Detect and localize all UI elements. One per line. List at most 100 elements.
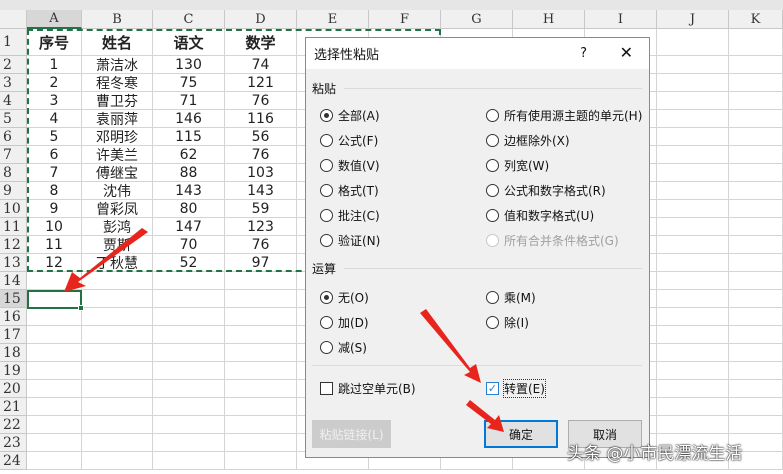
row-header-11[interactable]: 11 bbox=[0, 218, 27, 236]
table-cell[interactable]: 147 bbox=[153, 218, 225, 236]
column-header-D[interactable]: D bbox=[225, 10, 297, 29]
table-cell[interactable]: 80 bbox=[153, 200, 225, 218]
table-cell[interactable]: 许美兰 bbox=[82, 146, 153, 164]
cell[interactable] bbox=[225, 362, 297, 380]
help-button[interactable]: ? bbox=[580, 46, 587, 61]
cell[interactable] bbox=[82, 416, 153, 434]
cell[interactable] bbox=[729, 380, 783, 398]
cell[interactable] bbox=[657, 218, 729, 236]
cell[interactable] bbox=[657, 74, 729, 92]
table-cell[interactable]: 11 bbox=[27, 236, 82, 254]
row-header-16[interactable]: 16 bbox=[0, 308, 27, 326]
column-header-K[interactable]: K bbox=[729, 10, 783, 29]
row-header-18[interactable]: 18 bbox=[0, 344, 27, 362]
row-header-7[interactable]: 7 bbox=[0, 146, 27, 164]
cell[interactable] bbox=[657, 416, 729, 434]
row-header-24[interactable]: 24 bbox=[0, 452, 27, 470]
column-header-F[interactable]: F bbox=[369, 10, 441, 29]
table-cell[interactable]: 115 bbox=[153, 128, 225, 146]
column-header-B[interactable]: B bbox=[82, 10, 153, 29]
column-header-I[interactable]: I bbox=[585, 10, 657, 29]
header-cell[interactable]: 姓名 bbox=[82, 29, 153, 56]
radio-option[interactable]: 乘(M) bbox=[486, 289, 536, 306]
row-header-15[interactable]: 15 bbox=[0, 290, 27, 308]
table-cell[interactable]: 9 bbox=[27, 200, 82, 218]
cell[interactable] bbox=[657, 254, 729, 272]
cell[interactable] bbox=[729, 308, 783, 326]
cell[interactable] bbox=[153, 380, 225, 398]
cell[interactable] bbox=[729, 182, 783, 200]
cell[interactable] bbox=[225, 434, 297, 452]
row-header-17[interactable]: 17 bbox=[0, 326, 27, 344]
column-header-J[interactable]: J bbox=[657, 10, 729, 29]
row-header-10[interactable]: 10 bbox=[0, 200, 27, 218]
table-cell[interactable]: 彭鸿 bbox=[82, 218, 153, 236]
cell[interactable] bbox=[657, 236, 729, 254]
cell[interactable] bbox=[657, 362, 729, 380]
cell[interactable] bbox=[225, 308, 297, 326]
radio-option[interactable]: 格式(T) bbox=[320, 182, 379, 199]
table-cell[interactable]: 75 bbox=[153, 74, 225, 92]
table-cell[interactable]: 71 bbox=[153, 92, 225, 110]
row-header-6[interactable]: 6 bbox=[0, 128, 27, 146]
cell[interactable] bbox=[153, 290, 225, 308]
table-cell[interactable]: 76 bbox=[225, 146, 297, 164]
column-header-C[interactable]: C bbox=[153, 10, 225, 29]
cell[interactable] bbox=[729, 164, 783, 182]
table-cell[interactable]: 12 bbox=[27, 254, 82, 272]
cell[interactable] bbox=[657, 398, 729, 416]
cell[interactable] bbox=[27, 434, 82, 452]
cell[interactable] bbox=[153, 326, 225, 344]
row-header-2[interactable]: 2 bbox=[0, 56, 27, 74]
table-cell[interactable]: 7 bbox=[27, 164, 82, 182]
cell[interactable] bbox=[729, 200, 783, 218]
table-cell[interactable]: 121 bbox=[225, 74, 297, 92]
cell[interactable] bbox=[657, 56, 729, 74]
cell[interactable] bbox=[153, 434, 225, 452]
header-cell[interactable]: 数学 bbox=[225, 29, 297, 56]
table-cell[interactable]: 97 bbox=[225, 254, 297, 272]
cell[interactable] bbox=[729, 128, 783, 146]
paste-link-button[interactable]: 粘贴链接(L) bbox=[312, 420, 391, 448]
cell[interactable] bbox=[657, 92, 729, 110]
table-cell[interactable]: 130 bbox=[153, 56, 225, 74]
active-cell-a15[interactable] bbox=[27, 290, 84, 311]
radio-option[interactable]: 批注(C) bbox=[320, 207, 380, 224]
radio-option[interactable]: 加(D) bbox=[320, 314, 369, 331]
cell[interactable] bbox=[729, 110, 783, 128]
table-cell[interactable]: 邓明珍 bbox=[82, 128, 153, 146]
row-header-5[interactable]: 5 bbox=[0, 110, 27, 128]
close-button[interactable]: ✕ bbox=[620, 43, 633, 62]
row-header-20[interactable]: 20 bbox=[0, 380, 27, 398]
table-cell[interactable]: 6 bbox=[27, 146, 82, 164]
cell[interactable] bbox=[729, 344, 783, 362]
cell[interactable] bbox=[27, 380, 82, 398]
cell[interactable] bbox=[729, 236, 783, 254]
cell[interactable] bbox=[729, 92, 783, 110]
table-cell[interactable]: 4 bbox=[27, 110, 82, 128]
table-cell[interactable]: 52 bbox=[153, 254, 225, 272]
radio-option[interactable]: 列宽(W) bbox=[486, 157, 549, 174]
cell[interactable] bbox=[82, 380, 153, 398]
cell[interactable] bbox=[729, 74, 783, 92]
column-header-A[interactable]: A bbox=[27, 10, 82, 29]
cell[interactable] bbox=[27, 416, 82, 434]
table-cell[interactable]: 5 bbox=[27, 128, 82, 146]
skip-blanks-checkbox[interactable]: 跳过空单元(B) bbox=[320, 380, 416, 397]
cell[interactable] bbox=[82, 362, 153, 380]
cell[interactable] bbox=[729, 254, 783, 272]
table-cell[interactable]: 88 bbox=[153, 164, 225, 182]
row-header-13[interactable]: 13 bbox=[0, 254, 27, 272]
cell[interactable] bbox=[657, 272, 729, 290]
cell[interactable] bbox=[153, 362, 225, 380]
row-header-4[interactable]: 4 bbox=[0, 92, 27, 110]
cell[interactable] bbox=[657, 128, 729, 146]
cell[interactable] bbox=[657, 200, 729, 218]
table-cell[interactable]: 1 bbox=[27, 56, 82, 74]
table-cell[interactable]: 3 bbox=[27, 92, 82, 110]
cell[interactable] bbox=[82, 398, 153, 416]
cell[interactable] bbox=[225, 290, 297, 308]
cell[interactable] bbox=[27, 308, 82, 326]
table-cell[interactable]: 143 bbox=[225, 182, 297, 200]
table-cell[interactable]: 袁丽萍 bbox=[82, 110, 153, 128]
